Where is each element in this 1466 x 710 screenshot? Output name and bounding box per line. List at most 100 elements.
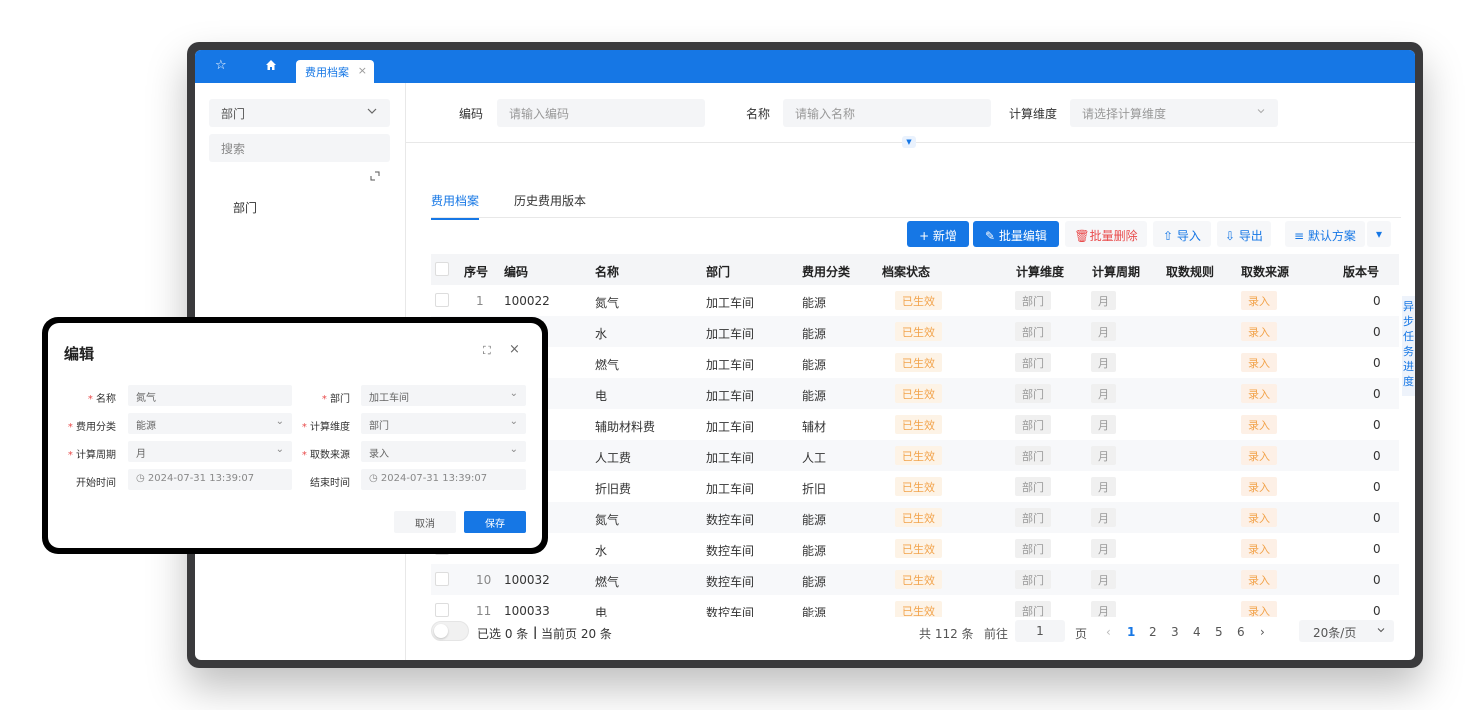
selected-count: 已选 0 条 [477,627,529,641]
import-button[interactable]: ⇧ 导入 [1153,221,1211,247]
row-source-tag: 录入 [1241,384,1277,403]
table-row[interactable]: 水 加工车间 能源 已生效 部门 月 录入 0 [431,316,1399,347]
row-version: 0 [1373,449,1381,463]
next-page-icon[interactable]: › [1260,625,1265,639]
end-time-picker[interactable]: ◷ 2024-07-31 13:39:07 [361,469,526,490]
table-row[interactable]: 电 加工车间 能源 已生效 部门 月 录入 0 [431,378,1399,409]
tab-expense-archive[interactable]: 费用档案 × [296,60,374,83]
table-row[interactable]: 水 数控车间 能源 已生效 部门 月 录入 0 [431,533,1399,564]
page-size-select[interactable]: 20条/页 [1299,620,1394,642]
page-3[interactable]: 3 [1171,625,1179,639]
end-time-value: 2024-07-31 13:39:07 [380,473,488,484]
source-field-value: 录入 [369,449,389,460]
scheme-dropdown-button[interactable]: ▾ [1367,221,1391,247]
batch-delete-button[interactable]: 🗑批量删除 [1065,221,1147,247]
row-category: 折旧 [802,482,827,496]
name-input[interactable]: 请输入名称 [783,99,991,127]
col-status: 档案状态 [882,265,931,279]
page-1[interactable]: 1 [1127,625,1135,639]
table-row[interactable]: 辅助材料费 加工车间 辅材 已生效 部门 月 录入 0 [431,409,1399,440]
fullscreen-icon[interactable]: ⛶ [483,344,491,358]
col-version: 版本号 [1343,265,1380,279]
row-period-tag: 月 [1091,353,1116,372]
export-label: 导出 [1238,229,1263,243]
row-period-tag: 月 [1091,415,1116,434]
page-2[interactable]: 2 [1149,625,1157,639]
source-field-select[interactable]: 录入 ⌄ [361,441,526,462]
add-button[interactable]: + 新增 [907,221,969,247]
row-dimension-tag: 部门 [1015,446,1051,465]
current-page-count: 当前页 20 条 [541,627,612,641]
table-row[interactable]: 折旧费 加工车间 折旧 已生效 部门 月 录入 0 [431,471,1399,502]
select-toggle[interactable] [431,621,469,641]
dept-select[interactable]: 部门 [209,99,390,127]
close-icon[interactable]: × [509,342,520,357]
row-checkbox[interactable] [435,603,449,617]
home-icon[interactable] [265,59,277,75]
side-float-char: 异 [1403,300,1414,313]
category-field-select[interactable]: 能源 ⌄ [128,413,292,434]
row-dept: 数控车间 [706,544,755,558]
row-name: 辅助材料费 [595,420,656,434]
row-checkbox[interactable] [435,293,449,307]
table-row[interactable]: 燃气 加工车间 能源 已生效 部门 月 录入 0 [431,347,1399,378]
expand-icon[interactable] [370,171,380,184]
table-row[interactable]: 10 100032 燃气 数控车间 能源 已生效 部门 月 录入 0 [431,564,1399,595]
goto-page-input[interactable]: 1 [1015,620,1065,642]
page-4[interactable]: 4 [1193,625,1201,639]
page-6[interactable]: 6 [1237,625,1245,639]
import-label: 导入 [1176,229,1201,243]
row-category: 能源 [802,575,827,589]
row-checkbox[interactable] [435,572,449,586]
row-source-tag: 录入 [1241,477,1277,496]
save-button[interactable]: 保存 [464,511,526,533]
row-dimension-tag: 部门 [1015,415,1051,434]
dim-select[interactable]: 请选择计算维度 [1070,99,1278,127]
export-button[interactable]: ⇩ 导出 [1217,221,1271,247]
total-count: 共 112 条 [919,627,974,641]
async-task-progress-tab[interactable]: 异 步 任 务 进 度 [1402,296,1415,396]
tree-item-dept[interactable]: 部门 [233,199,257,216]
clock-icon: ◷ [136,473,148,484]
dept-select-value: 部门 [221,107,246,121]
side-float-char: 进 [1403,360,1414,373]
code-input[interactable]: 请输入编码 [497,99,705,127]
row-source-tag: 录入 [1241,446,1277,465]
close-icon[interactable]: × [358,64,367,77]
prev-page-icon[interactable]: ‹ [1106,625,1111,639]
dimension-field-select[interactable]: 部门 ⌄ [361,413,526,434]
row-dimension-tag: 部门 [1015,384,1051,403]
search-input[interactable]: 搜索 [209,134,390,162]
period-field-select[interactable]: 月 ⌄ [128,441,292,462]
table-row[interactable]: 人工费 加工车间 人工 已生效 部门 月 录入 0 [431,440,1399,471]
chevron-down-icon [366,105,378,120]
row-dimension-tag: 部门 [1015,508,1051,527]
row-version: 0 [1373,480,1381,494]
row-code: 100033 [504,604,550,618]
edit-icon: ✎ [985,229,999,243]
category-field-value: 能源 [136,421,156,432]
col-code: 编码 [504,265,529,279]
cancel-button[interactable]: 取消 [394,511,456,533]
row-source-tag: 录入 [1241,570,1277,589]
page-5[interactable]: 5 [1215,625,1223,639]
row-status-tag: 已生效 [895,570,942,589]
end-time-label: 结束时间 [310,478,350,489]
star-icon[interactable]: ☆ [215,59,227,73]
row-version: 0 [1373,573,1381,587]
table-row[interactable]: 1 100022 氮气 加工车间 能源 已生效 部门 月 录入 0 [431,285,1399,316]
tab-expense-archive-main[interactable]: 费用档案 [431,192,480,220]
scheme-button[interactable]: ≡ 默认方案 [1285,221,1365,247]
batch-delete-label: 批量删除 [1089,229,1138,243]
row-version: 0 [1373,325,1381,339]
collapse-toggle-icon[interactable]: ▼ [902,136,916,148]
batch-edit-button[interactable]: ✎ 批量编辑 [973,221,1059,247]
table-row[interactable]: 氮气 数控车间 能源 已生效 部门 月 录入 0 [431,502,1399,533]
dept-field-select[interactable]: 加工车间 ⌄ [361,385,526,406]
tab-history-versions[interactable]: 历史费用版本 [514,192,586,209]
name-field-input[interactable]: 氮气 [128,385,292,406]
start-time-picker[interactable]: ◷ 2024-07-31 13:39:07 [128,469,292,490]
chevron-down-icon: ⌄ [275,416,284,427]
dimension-field-label: * 计算维度 [301,422,350,433]
select-all-checkbox[interactable] [435,262,449,276]
